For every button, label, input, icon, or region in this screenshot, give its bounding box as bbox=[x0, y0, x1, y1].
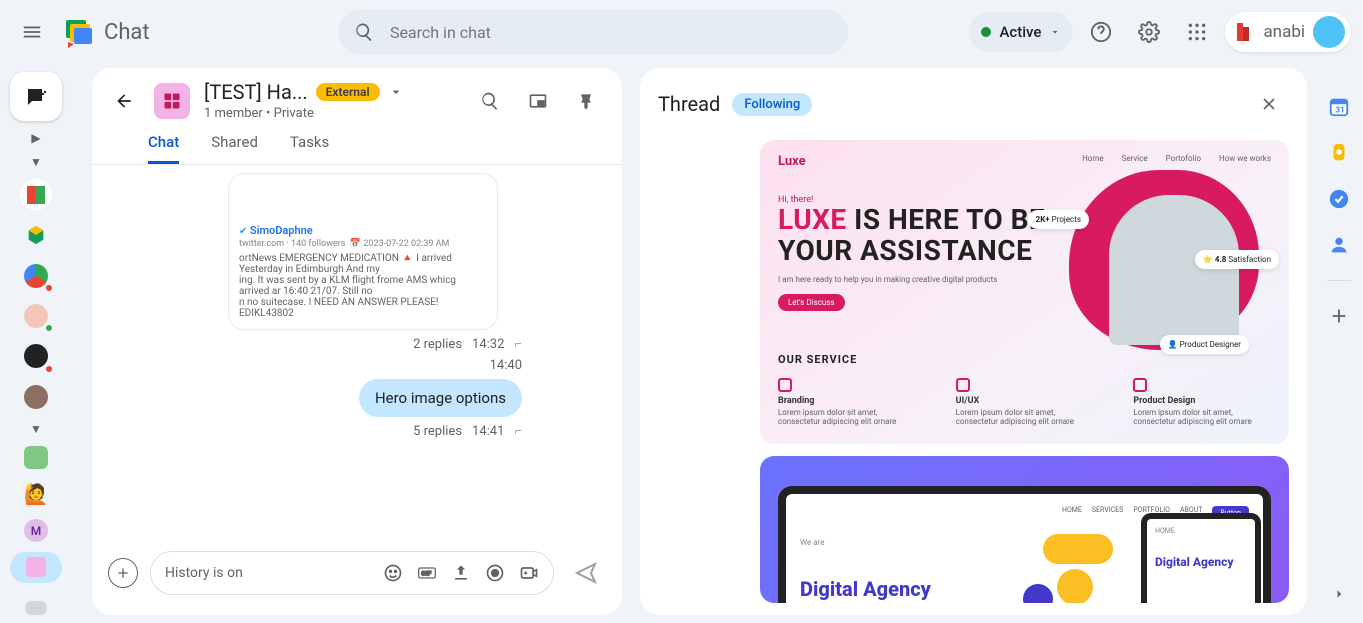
product-logo: Chat bbox=[64, 16, 150, 48]
rail-contact-4[interactable] bbox=[20, 301, 52, 331]
rail-contact-1[interactable] bbox=[20, 179, 52, 209]
rail-contact-2[interactable] bbox=[20, 220, 52, 250]
timestamp: 14:40 bbox=[490, 358, 522, 373]
send-button[interactable] bbox=[566, 553, 606, 593]
org-logo-icon bbox=[1235, 21, 1255, 43]
help-button[interactable] bbox=[1081, 12, 1121, 52]
pip-button[interactable] bbox=[518, 81, 558, 121]
message-input[interactable]: History is on GIF bbox=[150, 551, 554, 595]
pin-button[interactable] bbox=[566, 81, 606, 121]
left-rail: ▶ ▼ ▼ 🙋 M bbox=[0, 64, 72, 623]
status-selector[interactable]: Active bbox=[969, 12, 1073, 52]
message-tail-icon: ⌐ bbox=[514, 336, 522, 352]
contacts-icon[interactable] bbox=[1328, 234, 1350, 256]
quote-author: SimoDaphne bbox=[250, 224, 313, 237]
user-avatar[interactable] bbox=[1313, 16, 1345, 48]
space-subtitle: 1 member • Private bbox=[204, 106, 404, 121]
emoji-icon[interactable] bbox=[383, 563, 403, 583]
search-bar[interactable] bbox=[338, 9, 848, 55]
rail-contact-3[interactable] bbox=[20, 260, 52, 290]
thread-panel: Thread Following Luxe HomeServicePortofo… bbox=[640, 68, 1307, 615]
calendar-icon[interactable]: 31 bbox=[1328, 96, 1350, 118]
side-panel-rail: 31 bbox=[1315, 64, 1363, 623]
search-input[interactable] bbox=[390, 23, 832, 42]
quoted-tweet-card[interactable]: ✔ SimoDaphne twitter.com · 140 followers… bbox=[228, 173, 498, 330]
collapse-section-icon[interactable]: ▼ bbox=[30, 155, 42, 169]
rail-space-selected[interactable] bbox=[10, 552, 62, 582]
attachment-image-2[interactable]: HOMESERVICESPORTFOLIOABOUTButton We are … bbox=[760, 456, 1289, 603]
svg-text:GIF: GIF bbox=[421, 570, 431, 578]
add-button[interactable] bbox=[108, 558, 138, 588]
gif-icon[interactable]: GIF bbox=[417, 563, 437, 583]
chevron-down-icon bbox=[1049, 26, 1061, 38]
settings-button[interactable] bbox=[1129, 12, 1169, 52]
expand-rail-icon[interactable]: ▶ bbox=[31, 131, 40, 145]
search-in-space-button[interactable] bbox=[470, 81, 510, 121]
rail-space-3[interactable]: M bbox=[24, 519, 48, 542]
product-name: Chat bbox=[104, 20, 150, 45]
tab-tasks[interactable]: Tasks bbox=[290, 133, 329, 164]
rail-contact-6[interactable] bbox=[20, 382, 52, 412]
rail-space-2[interactable]: 🙋 bbox=[20, 479, 52, 509]
tasks-icon[interactable] bbox=[1328, 188, 1350, 210]
status-label: Active bbox=[999, 23, 1041, 41]
message-tail-icon: ⌐ bbox=[514, 423, 522, 439]
show-side-panel-button[interactable] bbox=[1330, 585, 1348, 603]
status-dot-icon bbox=[981, 27, 991, 37]
back-button[interactable] bbox=[108, 85, 140, 117]
rail-contact-5[interactable] bbox=[20, 341, 52, 371]
new-chat-button[interactable] bbox=[10, 72, 62, 121]
message-list: ✔ SimoDaphne twitter.com · 140 followers… bbox=[92, 165, 622, 539]
chat-logo-icon bbox=[64, 16, 96, 48]
space-dropdown-icon[interactable] bbox=[388, 84, 404, 100]
rail-space-4[interactable] bbox=[20, 593, 52, 623]
apps-button[interactable] bbox=[1177, 12, 1217, 52]
svg-text:31: 31 bbox=[1335, 106, 1344, 116]
external-badge: External bbox=[316, 83, 380, 101]
upload-icon[interactable] bbox=[451, 563, 471, 583]
main-menu-button[interactable] bbox=[12, 12, 52, 52]
chat-panel: [TEST] Ha... External 1 member • Private… bbox=[92, 68, 622, 615]
org-account[interactable]: anabi bbox=[1225, 12, 1351, 52]
reply-summary-1[interactable]: 2 replies 14:32 ⌐ bbox=[413, 336, 522, 352]
org-name: anabi bbox=[1263, 22, 1305, 42]
message-bubble[interactable]: Hero image options bbox=[359, 379, 522, 417]
attachment-image-1[interactable]: Luxe HomeServicePortofolioHow we works H… bbox=[760, 140, 1289, 444]
thread-title: Thread bbox=[658, 92, 720, 116]
add-addon-button[interactable] bbox=[1328, 305, 1350, 327]
video-icon[interactable] bbox=[519, 563, 539, 583]
tab-shared[interactable]: Shared bbox=[211, 133, 258, 164]
tab-chat[interactable]: Chat bbox=[148, 133, 179, 164]
space-title: [TEST] Ha... bbox=[204, 80, 308, 104]
search-icon bbox=[354, 21, 374, 43]
rail-space-1[interactable] bbox=[24, 446, 48, 469]
history-label: History is on bbox=[165, 565, 243, 581]
keep-icon[interactable] bbox=[1328, 142, 1350, 164]
reply-summary-2[interactable]: 5 replies 14:41 ⌐ bbox=[413, 423, 522, 439]
following-badge[interactable]: Following bbox=[732, 93, 812, 116]
space-icon bbox=[154, 83, 190, 119]
close-thread-button[interactable] bbox=[1249, 84, 1289, 124]
collapse-spaces-icon[interactable]: ▼ bbox=[30, 422, 42, 436]
record-icon[interactable] bbox=[485, 563, 505, 583]
